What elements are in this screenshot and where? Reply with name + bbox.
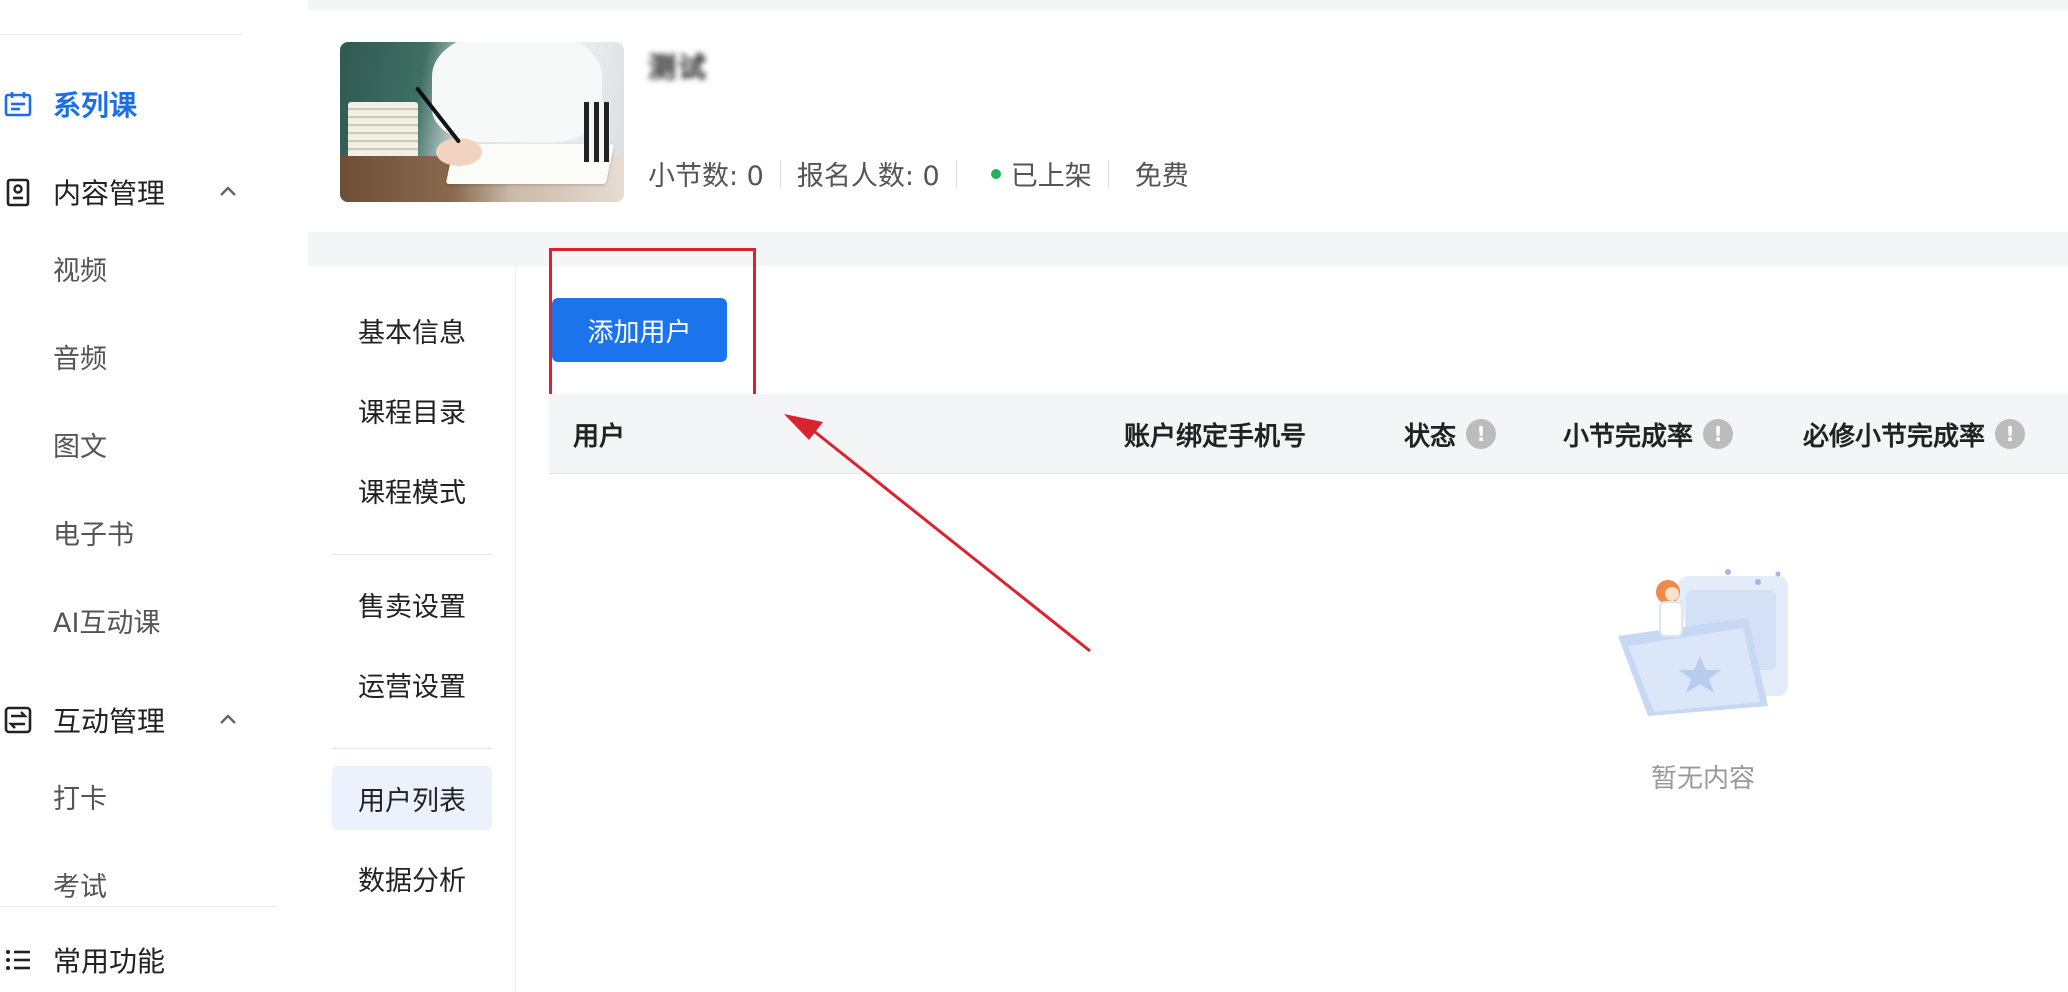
list-icon (0, 944, 53, 976)
calendar-icon (0, 88, 53, 120)
empty-state: 暂无内容 (1573, 566, 1833, 795)
column-header-section-completion: 小节完成率 ! (1563, 394, 1734, 474)
column-header-phone: 账户绑定手机号 (1124, 394, 1306, 474)
sidebar: 系列课 内容管理 视频 音频 图文 电子书 AI互动课 互动管理 打卡 考试 常… (0, 0, 308, 992)
section-count: 小节数: 0 (648, 161, 764, 192)
sidebar-item-label: 系列课 (53, 89, 138, 122)
cover-stripe (584, 102, 610, 162)
empty-folder-icon (1608, 566, 1798, 726)
subnav-divider (332, 554, 492, 555)
column-label: 账户绑定手机号 (1124, 421, 1307, 452)
interaction-icon (0, 704, 53, 736)
enrolled-count: 报名人数: 0 (796, 161, 940, 192)
info-icon[interactable]: ! (1466, 419, 1497, 449)
sub-nav: 基本信息 课程目录 课程模式 售卖设置 运营设置 用户列表 数据分析 (308, 266, 516, 992)
chevron-up-icon[interactable] (214, 706, 242, 734)
column-label: 状态 (1404, 421, 1457, 452)
price-label: 免费 (1134, 161, 1189, 192)
sidebar-subitem-video[interactable]: 视频 (53, 238, 293, 298)
column-label: 用户 (573, 421, 626, 452)
cover-sleeve (432, 42, 602, 142)
sidebar-divider (0, 906, 276, 907)
info-icon[interactable]: ! (1703, 419, 1734, 449)
add-user-button[interactable]: 添加用户 (552, 298, 727, 362)
column-header-required-completion: 必修小节完成率 ! (1803, 394, 2026, 474)
sidebar-subitem-checkin[interactable]: 打卡 (53, 766, 293, 826)
content-doc-icon (0, 176, 53, 208)
main-panel: 基本信息 课程目录 课程模式 售卖设置 运营设置 用户列表 数据分析 添加用户 … (308, 248, 2068, 992)
sidebar-item-content-management[interactable]: 内容管理 (0, 162, 290, 222)
subnav-sales-settings[interactable]: 售卖设置 (332, 572, 492, 636)
sidebar-divider (0, 34, 242, 35)
table-header: 用户 账户绑定手机号 状态 ! 小节完成率 ! 必修小节完成率 ! (549, 394, 2068, 474)
chevron-up-icon[interactable] (214, 178, 242, 206)
column-label: 小节完成率 (1563, 421, 1694, 452)
sidebar-item-interaction-management[interactable]: 互动管理 (0, 690, 290, 750)
subnav-basic-info[interactable]: 基本信息 (332, 298, 492, 362)
sidebar-subitem-article[interactable]: 图文 (53, 414, 293, 474)
subnav-course-catalog[interactable]: 课程目录 (332, 378, 492, 442)
column-label: 必修小节完成率 (1803, 421, 1986, 452)
sidebar-item-label: 互动管理 (53, 705, 166, 738)
course-cover-image (340, 42, 624, 202)
info-icon[interactable]: ! (1995, 419, 2026, 449)
empty-state-text: 暂无内容 (1650, 764, 1755, 794)
course-stats: 小节数: 0 报名人数: 0 已上架 免费 (648, 154, 1205, 193)
status-badge: 已上架 (957, 154, 1108, 193)
column-header-status: 状态 ! (1404, 394, 1497, 474)
sidebar-subitem-audio[interactable]: 音频 (53, 326, 293, 386)
course-header-card (308, 10, 2068, 232)
sidebar-item-label: 常用功能 (53, 945, 166, 978)
sidebar-item-series-course[interactable]: 系列课 (0, 74, 290, 134)
column-header-user: 用户 (573, 394, 625, 474)
course-title: 测试 (648, 51, 709, 84)
subnav-divider (332, 748, 492, 749)
sidebar-subitem-exam[interactable]: 考试 (53, 854, 293, 914)
sidebar-subitem-ai-course[interactable]: AI互动课 (53, 590, 293, 650)
status-dot-icon (990, 168, 1001, 179)
subnav-course-mode[interactable]: 课程模式 (332, 458, 492, 522)
sidebar-subitem-ebook[interactable]: 电子书 (53, 502, 293, 562)
status-text: 已上架 (1010, 161, 1092, 192)
subnav-user-list[interactable]: 用户列表 (332, 766, 492, 830)
sidebar-item-label: 内容管理 (53, 177, 166, 210)
subnav-data-analysis[interactable]: 数据分析 (332, 846, 492, 910)
sidebar-item-common-functions[interactable]: 常用功能 (0, 930, 290, 990)
subnav-operation-settings[interactable]: 运营设置 (332, 652, 492, 716)
